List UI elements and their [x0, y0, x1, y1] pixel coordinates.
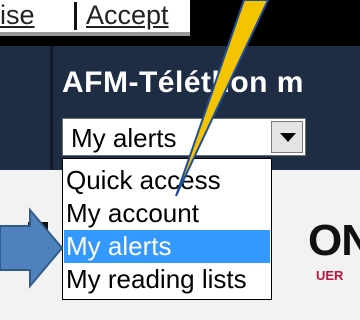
select-value: My alerts	[71, 123, 177, 153]
alerts-dropdown: Quick access My account My alerts My rea…	[62, 158, 272, 300]
link-accept[interactable]: Accept	[86, 0, 169, 32]
logo-text: ON	[308, 216, 360, 265]
link-separator	[74, 2, 77, 30]
site-title: AFM-Téléthon m	[62, 66, 304, 99]
option-my-alerts[interactable]: My alerts	[64, 230, 270, 263]
link-close[interactable]: ise	[0, 0, 35, 32]
logo-subtext: UER	[316, 268, 344, 283]
option-quick-access[interactable]: Quick access	[64, 164, 270, 197]
band-divider	[50, 46, 53, 170]
alerts-select[interactable]: My alerts	[62, 118, 306, 156]
option-my-reading-lists[interactable]: My reading lists	[64, 263, 270, 296]
chevron-down-icon[interactable]	[271, 121, 303, 153]
logo-fragment-left	[28, 222, 48, 266]
top-links: ise Accept	[0, 0, 190, 36]
option-my-account[interactable]: My account	[64, 197, 270, 230]
top-bar: ise Accept	[0, 0, 360, 46]
